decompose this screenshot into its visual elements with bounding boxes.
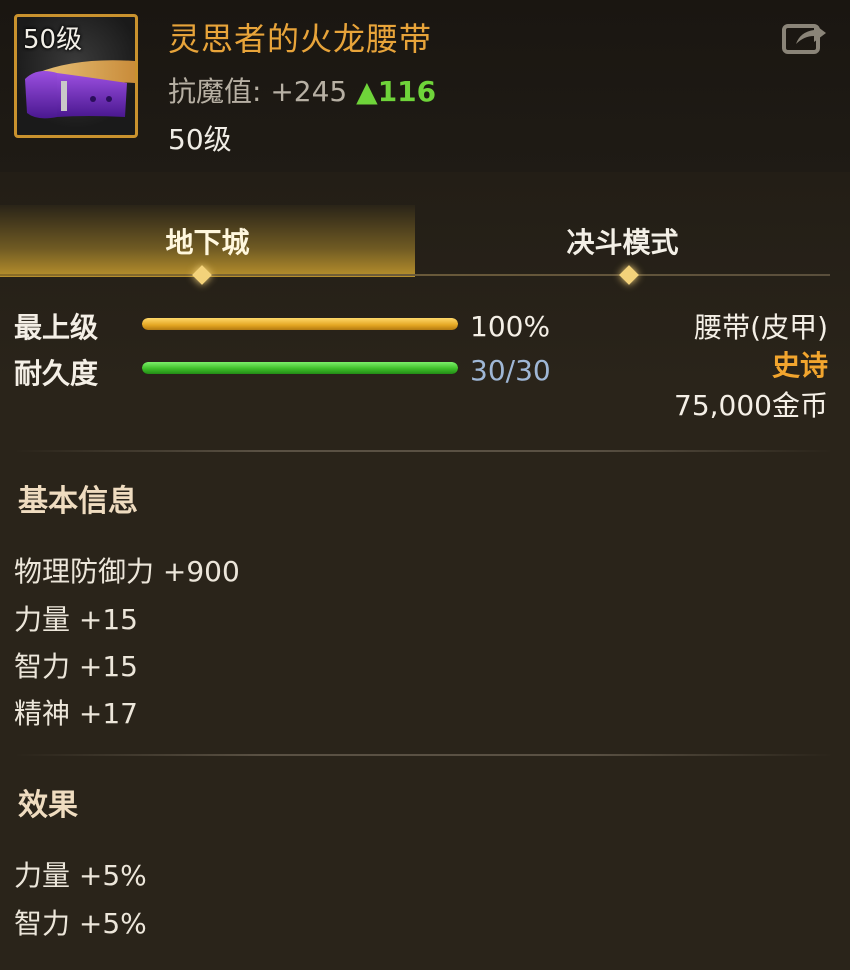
item-header: 50级 灵思者的火龙腰带 抗魔值: +245 ▲116 50级 xyxy=(0,0,850,172)
basic-stat-row: 物理防御力 +900 xyxy=(14,555,240,588)
item-rarity: 史诗 xyxy=(771,349,828,382)
stat-label: 抗魔值: xyxy=(168,75,262,108)
item-slot[interactable]: 50级 xyxy=(14,14,138,138)
required-level: 50级 xyxy=(168,123,232,156)
stat-gain: 116 xyxy=(377,75,437,108)
item-name: 灵思者的火龙腰带 xyxy=(168,20,433,58)
basic-info-title: 基本信息 xyxy=(18,484,138,519)
tab-dungeon[interactable]: 地下城 xyxy=(0,205,415,277)
item-level-badge: 50级 xyxy=(23,25,83,55)
top-level-bar-fill xyxy=(142,318,458,330)
basic-stat-row: 力量 +15 xyxy=(14,603,138,636)
effect-stat-row: 力量 +5% xyxy=(14,859,147,892)
durability-value: 30/30 xyxy=(470,354,551,387)
top-level-value: 100% xyxy=(470,310,551,343)
tab-duel-mode[interactable]: 决斗模式 xyxy=(415,205,830,277)
divider xyxy=(14,754,834,756)
share-icon[interactable] xyxy=(780,18,828,58)
stat-value: +245 xyxy=(270,75,348,108)
basic-stat-row: 智力 +15 xyxy=(14,650,138,683)
durability-label: 耐久度 xyxy=(14,357,99,390)
tab-underline xyxy=(0,274,830,276)
divider xyxy=(14,450,834,452)
effect-stat-row: 智力 +5% xyxy=(14,907,147,940)
durability-bar xyxy=(142,362,458,374)
effects-title: 效果 xyxy=(18,788,78,823)
top-level-bar xyxy=(142,318,458,330)
item-type: 腰带(皮甲) xyxy=(694,311,828,344)
gain-arrow-icon: ▲ xyxy=(356,75,378,108)
basic-stat-row: 精神 +17 xyxy=(14,697,138,730)
top-level-label: 最上级 xyxy=(14,311,99,344)
item-price: 75,000金币 xyxy=(674,389,828,422)
item-main-stat: 抗魔值: +245 ▲116 xyxy=(168,70,436,110)
durability-bar-fill xyxy=(142,362,458,374)
mode-tabs: 地下城 决斗模式 xyxy=(0,205,850,277)
item-tooltip-panel: 50级 灵思者的火龙腰带 抗魔值: +245 ▲116 50级 地下城 决斗模式… xyxy=(0,0,850,970)
